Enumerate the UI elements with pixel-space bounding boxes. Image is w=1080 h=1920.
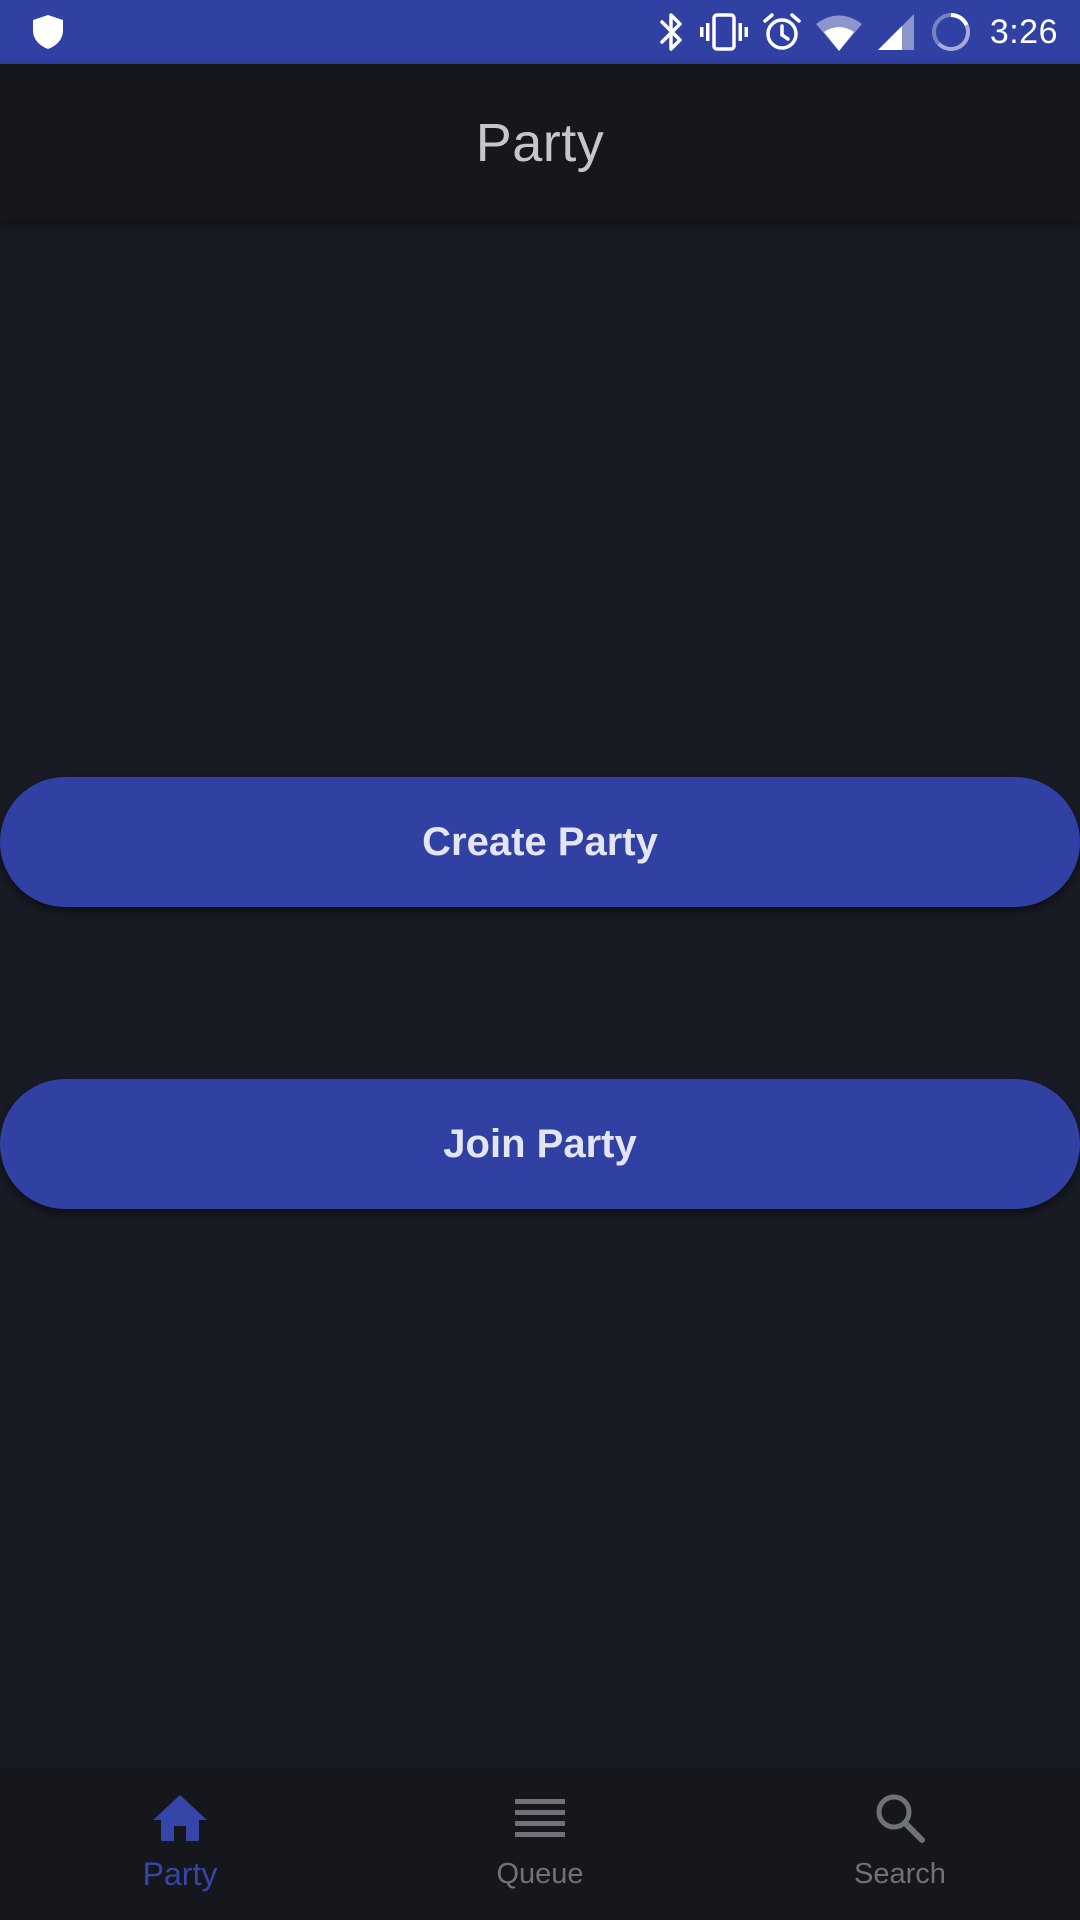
battery-charging-icon — [930, 10, 972, 54]
screen: 3:26 Party Create Party Join Party Party — [0, 0, 1080, 1920]
cell-signal-icon — [876, 10, 916, 54]
nav-item-queue[interactable]: Queue — [360, 1768, 720, 1920]
nav-item-search[interactable]: Search — [720, 1768, 1080, 1920]
nav-item-label: Search — [854, 1858, 946, 1890]
bluetooth-icon — [656, 10, 686, 54]
nav-item-label: Queue — [496, 1858, 584, 1890]
alarm-icon — [762, 10, 802, 54]
status-bar: 3:26 — [0, 0, 1080, 64]
page-title: Party — [475, 112, 605, 173]
status-icons: 3:26 — [656, 0, 1080, 64]
nav-item-label: Party — [142, 1856, 218, 1892]
wifi-icon — [815, 10, 862, 54]
app-bar: Party — [0, 64, 1080, 221]
vibrate-icon — [699, 10, 748, 54]
shield-icon — [30, 13, 66, 51]
bottom-navigation: Party Queue Search — [0, 1768, 1080, 1920]
search-icon — [874, 1790, 926, 1846]
home-icon — [151, 1790, 209, 1846]
join-party-button[interactable]: Join Party — [0, 1079, 1080, 1209]
create-party-button[interactable]: Create Party — [0, 777, 1080, 907]
queue-list-icon — [514, 1790, 566, 1846]
nav-item-party[interactable]: Party — [0, 1768, 360, 1920]
status-time: 3:26 — [989, 12, 1058, 51]
